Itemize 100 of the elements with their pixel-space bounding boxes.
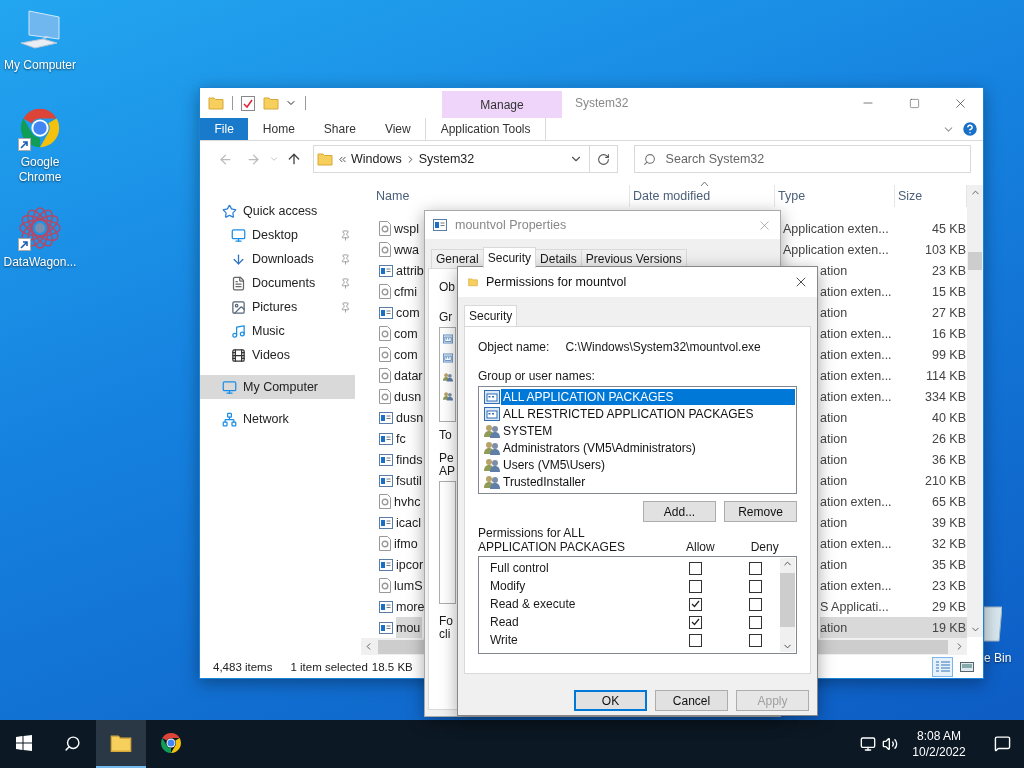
app-icon	[379, 264, 393, 277]
file-name[interactable]: icacl	[396, 512, 423, 533]
windows-logo-icon[interactable]	[16, 735, 32, 751]
file-name[interactable]: ifmo	[394, 533, 420, 554]
package-icon	[484, 406, 500, 421]
file-name[interactable]: mou	[396, 617, 423, 638]
file-name[interactable]: ipcor	[396, 554, 426, 575]
breadcrumb[interactable]: Windows	[347, 152, 405, 166]
file-name[interactable]: datar	[394, 365, 425, 386]
allow-checkbox[interactable]	[689, 597, 702, 611]
scrollbar-thumb[interactable]	[780, 573, 795, 627]
user-list-item[interactable]: SYSTEM	[501, 422, 795, 439]
column-header[interactable]: Date modified	[630, 185, 775, 207]
nav-item[interactable]: Quick access	[200, 199, 355, 223]
dialog-button[interactable]: OK	[574, 690, 647, 711]
file-type: Application exten...	[783, 220, 890, 238]
column-header[interactable]: Type	[775, 185, 895, 207]
file-type: ation	[820, 617, 895, 638]
nav-item[interactable]: Downloads	[200, 247, 355, 271]
user-list-item[interactable]: Users (VM5\Users)	[501, 456, 795, 473]
file-name[interactable]: wspl	[394, 218, 421, 239]
file-name[interactable]: com	[394, 323, 420, 344]
file-name[interactable]: hvhc	[394, 491, 423, 512]
column-header[interactable]: Name	[373, 185, 630, 207]
context-tab[interactable]: Manage	[442, 91, 562, 118]
user-list-item[interactable]: Administrators (VM5\Administrators)	[501, 439, 795, 456]
remove-button[interactable]: Remove	[724, 501, 797, 522]
dialog-title: mountvol Properties	[455, 218, 567, 232]
user-list-box[interactable]	[439, 327, 456, 422]
nav-item[interactable]: Documents	[200, 271, 355, 295]
user-list-item[interactable]: ALL APPLICATION PACKAGES	[501, 388, 795, 405]
breadcrumb[interactable]: System32	[415, 152, 478, 166]
file-name[interactable]: attrib	[396, 260, 426, 281]
user-list[interactable]: ALL APPLICATION PACKAGES ALL RESTRICTED APPLICATION PACKAGES SYSTEM Administrators (VM5\Administrators) Users (VM5\Users) TrustedInstaller	[478, 386, 797, 494]
nav-item[interactable]: Pictures	[200, 295, 355, 319]
nav-item[interactable]: Videos	[200, 343, 355, 367]
add-button[interactable]: Add...	[643, 501, 716, 522]
dialog-tab[interactable]: General	[431, 249, 484, 268]
object-name-label: Object name:	[478, 340, 550, 354]
allow-checkbox[interactable]	[689, 579, 702, 593]
down-arrow-icon	[231, 251, 246, 267]
ribbon-tab[interactable]: File	[200, 118, 249, 140]
file-name[interactable]: wwa	[394, 239, 421, 260]
ribbon-tab[interactable]: Application Tools	[425, 118, 547, 140]
deny-checkbox[interactable]	[749, 615, 762, 629]
deny-checkbox[interactable]	[749, 579, 762, 593]
file-name[interactable]: lumS	[394, 575, 425, 596]
nav-item[interactable]: Network	[200, 407, 355, 431]
file-type: ation	[820, 451, 849, 469]
nav-item[interactable]: My Computer	[200, 375, 355, 399]
users-icon	[484, 423, 500, 438]
rosette-icon[interactable]	[17, 205, 63, 251]
allow-checkbox[interactable]	[689, 633, 702, 647]
network-icon[interactable]	[860, 736, 876, 752]
maximize-icon[interactable]	[908, 97, 920, 109]
permission-name: Write	[490, 633, 519, 647]
music-note-icon	[231, 323, 246, 339]
file-name[interactable]: com	[394, 344, 420, 365]
search-field[interactable]: Search System32	[633, 145, 971, 173]
file-type: ation	[820, 304, 849, 322]
file-name[interactable]: cfmi	[394, 281, 419, 302]
nav-item[interactable]: Desktop	[200, 223, 355, 247]
file-type: ation	[820, 514, 849, 532]
properties-icon[interactable]	[241, 95, 255, 111]
deny-checkbox[interactable]	[749, 633, 762, 647]
vertical-scrollbar[interactable]	[967, 185, 983, 637]
file-name[interactable]: more	[396, 596, 427, 617]
deny-checkbox[interactable]	[749, 597, 762, 611]
allow-checkbox[interactable]	[689, 615, 702, 629]
search-icon[interactable]	[63, 734, 81, 752]
address-bar[interactable]: Windows System32	[312, 145, 618, 173]
dialog-tab[interactable]: Security	[464, 305, 518, 326]
file-name[interactable]: com	[396, 302, 422, 323]
file-type: ation	[820, 409, 849, 427]
permissions-label: Permissions for ALL APPLICATION PACKAGES	[478, 526, 626, 554]
partial-label: To	[439, 429, 452, 442]
file-name[interactable]: dusn	[396, 407, 426, 428]
file-name[interactable]: fc	[396, 428, 408, 449]
folder-icon	[110, 733, 132, 753]
desktop-icon-label[interactable]: e Bin	[984, 651, 1012, 666]
permission-list-box[interactable]	[439, 481, 456, 604]
scrollbar-thumb[interactable]	[968, 252, 982, 270]
user-list-item[interactable]: ALL RESTRICTED APPLICATION PACKAGES	[501, 405, 795, 422]
file-type: ation exten...	[820, 577, 893, 595]
allow-checkbox[interactable]	[689, 561, 702, 575]
nav-item[interactable]: Music	[200, 319, 355, 343]
user-list-item[interactable]: TrustedInstaller	[501, 473, 795, 490]
vertical-scrollbar[interactable]	[780, 558, 795, 652]
dialog-tab[interactable]: Security	[482, 247, 537, 268]
file-name[interactable]: fsutil	[396, 470, 424, 491]
volume-icon[interactable]	[882, 736, 898, 752]
partial-label: Pe	[439, 452, 454, 465]
clock[interactable]: 8:08 AM 10/2/2022	[904, 728, 974, 760]
taskbar-button[interactable]	[96, 720, 146, 768]
file-name[interactable]: finds	[396, 449, 425, 470]
file-name[interactable]: dusn	[394, 386, 424, 407]
dialog-button[interactable]: Cancel	[655, 690, 728, 711]
notifications-icon[interactable]	[993, 734, 1011, 752]
deny-checkbox[interactable]	[749, 561, 762, 575]
help-icon[interactable]	[961, 120, 979, 138]
